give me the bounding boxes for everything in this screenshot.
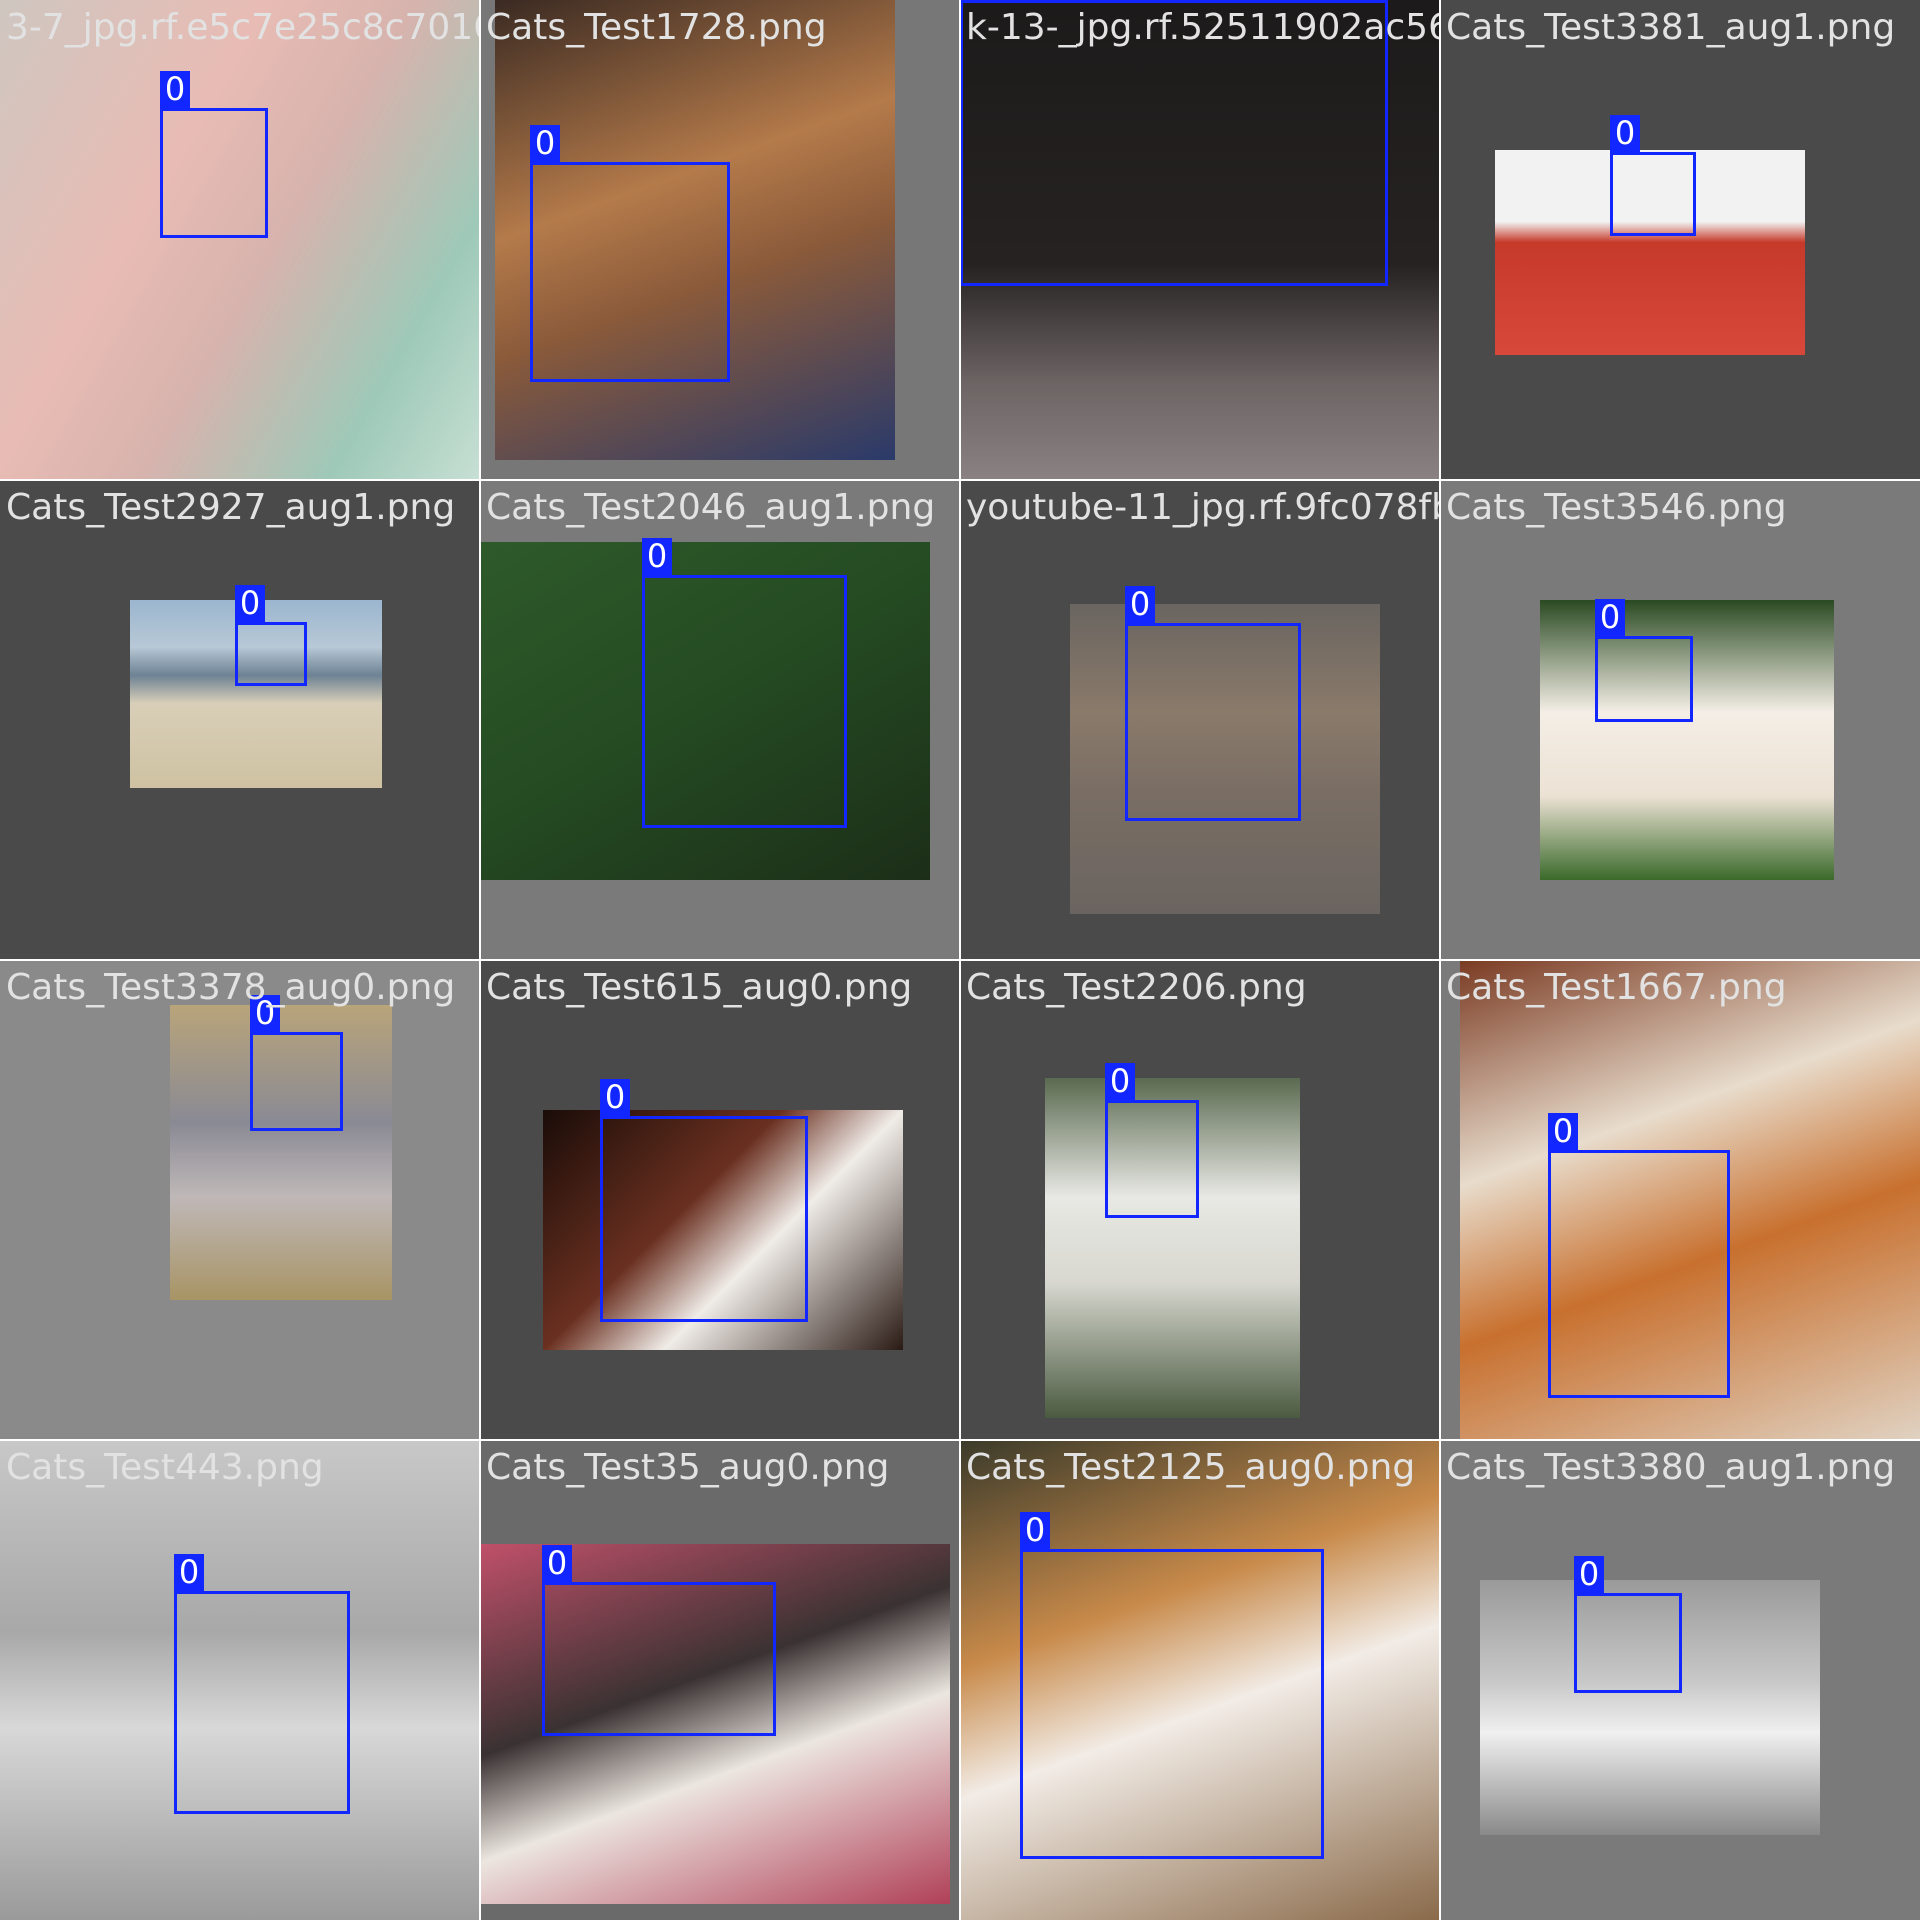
- detection-class-tag: 0: [1105, 1063, 1135, 1100]
- tile-filename-label: Cats_Test2046_aug1.png: [486, 487, 936, 528]
- mosaic-tile: 0 Cats_Test35_aug0.png: [480, 1440, 960, 1920]
- tile-filename-label: Cats_Test2206.png: [966, 967, 1307, 1008]
- mosaic-tile: 0 3-7_jpg.rf.e5c7e25c8c7016948bde3ed7b8dc: [0, 0, 480, 480]
- detection-box: 0: [1125, 586, 1301, 821]
- detection-class-tag: 0: [1574, 1556, 1604, 1593]
- tile-filename-label: k-13-_jpg.rf.52511902ac56f0f435e71333: [966, 7, 1440, 48]
- detection-class-tag: 0: [1595, 599, 1625, 636]
- mosaic-tile: 0 Cats_Test3546.png: [1440, 480, 1920, 960]
- detection-class-tag: 0: [235, 585, 265, 622]
- detection-class-tag: 0: [1020, 1512, 1050, 1549]
- tile-filename-label: Cats_Test1667.png: [1446, 967, 1787, 1008]
- detection-class-tag: 0: [174, 1554, 204, 1591]
- tile-filename-label: Cats_Test3378_aug0.png: [6, 967, 456, 1008]
- detection-box: 0: [1574, 1556, 1682, 1693]
- tile-filename-label: Cats_Test3546.png: [1446, 487, 1787, 528]
- tile-filename-label: youtube-11_jpg.rf.9fc078fb4c93d6b8e2558: [966, 487, 1440, 528]
- tile-filename-label: Cats_Test2927_aug1.png: [6, 487, 456, 528]
- detection-box: 0: [1595, 599, 1693, 722]
- mosaic-tile: 0 Cats_Test3381_aug1.png: [1440, 0, 1920, 480]
- mosaic-tile: 0 Cats_Test1667.png: [1440, 960, 1920, 1440]
- mosaic-tile: 0 Cats_Test2927_aug1.png: [0, 480, 480, 960]
- tile-filename-label: 3-7_jpg.rf.e5c7e25c8c7016948bde3ed7b8dc: [6, 7, 480, 48]
- detection-box: 0: [642, 538, 847, 828]
- mosaic-tile: 0 Cats_Test3380_aug1.png: [1440, 1440, 1920, 1920]
- mosaic-tile: 0 Cats_Test1728.png: [480, 0, 960, 480]
- detection-box: 0: [250, 995, 343, 1131]
- detection-box: 0: [1610, 115, 1696, 236]
- mosaic-tile: 0 Cats_Test2125_aug0.png: [960, 1440, 1440, 1920]
- detection-box: 0: [1020, 1512, 1324, 1859]
- detection-box: 0: [542, 1545, 776, 1736]
- mosaic-tile: 0 Cats_Test615_aug0.png: [480, 960, 960, 1440]
- tile-filename-label: Cats_Test2125_aug0.png: [966, 1447, 1416, 1488]
- tile-filename-label: Cats_Test1728.png: [486, 7, 827, 48]
- tile-filename-label: Cats_Test3380_aug1.png: [1446, 1447, 1896, 1488]
- mosaic-tile: 0 Cats_Test2046_aug1.png: [480, 480, 960, 960]
- mosaic-tile: 0 Cats_Test2206.png: [960, 960, 1440, 1440]
- detection-class-tag: 0: [1548, 1113, 1578, 1150]
- detection-class-tag: 0: [600, 1079, 630, 1116]
- tile-filename-label: Cats_Test443.png: [6, 1447, 324, 1488]
- detection-box: 0: [600, 1079, 808, 1322]
- detection-class-tag: 0: [642, 538, 672, 575]
- mosaic-grid: 0 3-7_jpg.rf.e5c7e25c8c7016948bde3ed7b8dc…: [0, 0, 1920, 1920]
- tile-photo: [0, 0, 480, 480]
- detection-class-tag: 0: [1125, 586, 1155, 623]
- detection-class-tag: 0: [1610, 115, 1640, 152]
- tile-filename-label: Cats_Test3381_aug1.png: [1446, 7, 1896, 48]
- tile-filename-label: Cats_Test35_aug0.png: [486, 1447, 890, 1488]
- mosaic-tile: 0 Cats_Test443.png: [0, 1440, 480, 1920]
- grid-divider-horizontal: [0, 959, 1920, 961]
- detection-box: 0: [1548, 1113, 1730, 1398]
- detection-class-tag: 0: [530, 125, 560, 162]
- detection-class-tag: 0: [542, 1545, 572, 1582]
- detection-box: 0: [174, 1554, 350, 1814]
- tile-filename-label: Cats_Test615_aug0.png: [486, 967, 913, 1008]
- detection-box: 0: [160, 71, 268, 238]
- mosaic-tile: 0 youtube-11_jpg.rf.9fc078fb4c93d6b8e2558: [960, 480, 1440, 960]
- grid-divider-vertical: [1439, 0, 1441, 1920]
- detection-class-tag: 0: [160, 71, 190, 108]
- detection-box: 0: [530, 125, 730, 382]
- detection-box: 0: [1105, 1063, 1199, 1218]
- mosaic-tile: 0k-13-_jpg.rf.52511902ac56f0f435e71333: [960, 0, 1440, 480]
- mosaic-tile: 0 Cats_Test3378_aug0.png: [0, 960, 480, 1440]
- grid-divider-horizontal: [0, 1439, 1920, 1441]
- detection-box: 0: [235, 585, 307, 686]
